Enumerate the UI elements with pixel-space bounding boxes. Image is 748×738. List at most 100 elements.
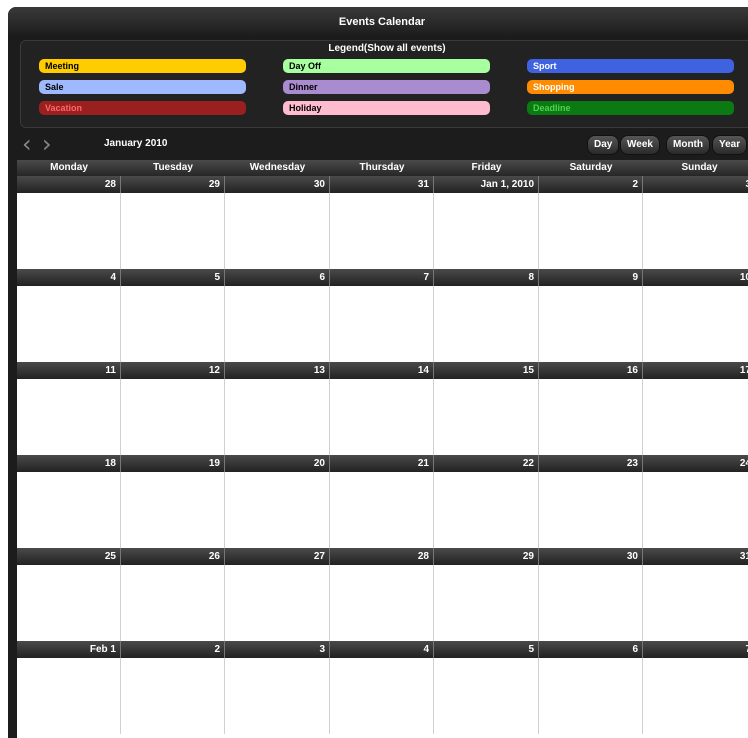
day-number[interactable]: 7 (330, 269, 434, 286)
day-number[interactable]: 21 (330, 455, 434, 472)
legend-item-vacation[interactable]: Vacation (39, 101, 246, 115)
day-number[interactable]: 27 (225, 548, 330, 565)
day-number[interactable]: 10 (643, 269, 748, 286)
day-number[interactable]: 19 (121, 455, 225, 472)
day-number[interactable]: 12 (121, 362, 225, 379)
day-number[interactable]: 6 (539, 641, 643, 658)
day-cell[interactable] (17, 565, 121, 641)
day-number[interactable]: 28 (330, 548, 434, 565)
day-cell[interactable] (225, 286, 330, 362)
day-number[interactable]: 3 (643, 176, 748, 193)
legend-item-shopping[interactable]: Shopping (527, 80, 734, 94)
legend-item-sale[interactable]: Sale (39, 80, 246, 94)
legend-item-holiday[interactable]: Holiday (283, 101, 490, 115)
day-cell[interactable] (539, 565, 643, 641)
day-cell[interactable] (434, 472, 539, 548)
day-number[interactable]: 4 (17, 269, 121, 286)
day-cell[interactable] (225, 379, 330, 455)
day-number[interactable]: 13 (225, 362, 330, 379)
day-cell[interactable] (17, 379, 121, 455)
day-number[interactable]: 8 (434, 269, 539, 286)
day-cell[interactable] (330, 379, 434, 455)
day-number[interactable]: 2 (539, 176, 643, 193)
day-cell[interactable] (17, 193, 121, 269)
day-cell[interactable] (539, 379, 643, 455)
day-cell[interactable] (434, 379, 539, 455)
month-view-button[interactable]: Month (666, 135, 710, 155)
day-cell[interactable] (225, 472, 330, 548)
day-number[interactable]: 5 (121, 269, 225, 286)
day-cell[interactable] (121, 286, 225, 362)
day-number[interactable]: 5 (434, 641, 539, 658)
day-cell[interactable] (434, 193, 539, 269)
day-cell[interactable] (121, 658, 225, 734)
day-cell[interactable] (225, 565, 330, 641)
chevron-left-icon[interactable]: ‹ (22, 132, 36, 156)
day-number[interactable]: 11 (17, 362, 121, 379)
day-number[interactable]: 3 (225, 641, 330, 658)
legend-item-day-off[interactable]: Day Off (283, 59, 490, 73)
day-number[interactable]: Jan 1, 2010 (434, 176, 539, 193)
day-number[interactable]: 18 (17, 455, 121, 472)
day-number[interactable]: Feb 1 (17, 641, 121, 658)
day-cell[interactable] (121, 379, 225, 455)
day-cell[interactable] (330, 193, 434, 269)
day-cell[interactable] (330, 565, 434, 641)
day-cell[interactable] (225, 658, 330, 734)
day-cell[interactable] (17, 658, 121, 734)
day-number[interactable]: 23 (539, 455, 643, 472)
day-number[interactable]: 14 (330, 362, 434, 379)
legend-item-meeting[interactable]: Meeting (39, 59, 246, 73)
day-cell[interactable] (434, 658, 539, 734)
day-number[interactable]: 26 (121, 548, 225, 565)
day-cell[interactable] (17, 286, 121, 362)
legend-item-deadline[interactable]: Deadline (527, 101, 734, 115)
day-cell[interactable] (643, 658, 748, 734)
day-cell[interactable] (121, 565, 225, 641)
day-number[interactable]: 15 (434, 362, 539, 379)
day-number[interactable]: 22 (434, 455, 539, 472)
day-cell[interactable] (225, 193, 330, 269)
day-number[interactable]: 30 (539, 548, 643, 565)
day-number[interactable]: 2 (121, 641, 225, 658)
day-number[interactable]: 31 (330, 176, 434, 193)
day-number[interactable]: 31 (643, 548, 748, 565)
day-number[interactable]: 6 (225, 269, 330, 286)
day-number[interactable]: 29 (121, 176, 225, 193)
day-cell[interactable] (643, 472, 748, 548)
day-number[interactable]: 4 (330, 641, 434, 658)
week-view-button[interactable]: Week (620, 135, 660, 155)
day-number[interactable]: 9 (539, 269, 643, 286)
day-number[interactable]: 7 (643, 641, 748, 658)
day-cell[interactable] (121, 193, 225, 269)
day-cell[interactable] (643, 193, 748, 269)
day-cell[interactable] (643, 286, 748, 362)
day-number[interactable]: 16 (539, 362, 643, 379)
day-cell[interactable] (330, 472, 434, 548)
day-number[interactable]: 28 (17, 176, 121, 193)
day-cell[interactable] (17, 472, 121, 548)
day-cell[interactable] (330, 658, 434, 734)
day-number[interactable]: 29 (434, 548, 539, 565)
day-number[interactable]: 30 (225, 176, 330, 193)
legend-title[interactable]: Legend(Show all events) (21, 43, 748, 58)
day-cell[interactable] (643, 565, 748, 641)
day-number[interactable]: 17 (643, 362, 748, 379)
day-number[interactable]: 24 (643, 455, 748, 472)
day-view-button[interactable]: Day (587, 135, 620, 155)
day-cell[interactable] (434, 565, 539, 641)
day-cell[interactable] (539, 658, 643, 734)
chevron-right-icon[interactable]: › (42, 132, 56, 156)
legend-item-sport[interactable]: Sport (527, 59, 734, 73)
day-cell[interactable] (330, 286, 434, 362)
year-view-button[interactable]: Year (712, 135, 748, 155)
day-cell[interactable] (121, 472, 225, 548)
day-number[interactable]: 20 (225, 455, 330, 472)
day-cell[interactable] (539, 472, 643, 548)
day-cell[interactable] (539, 286, 643, 362)
day-number[interactable]: 25 (17, 548, 121, 565)
day-cell[interactable] (643, 379, 748, 455)
legend-item-dinner[interactable]: Dinner (283, 80, 490, 94)
day-cell[interactable] (434, 286, 539, 362)
day-cell[interactable] (539, 193, 643, 269)
